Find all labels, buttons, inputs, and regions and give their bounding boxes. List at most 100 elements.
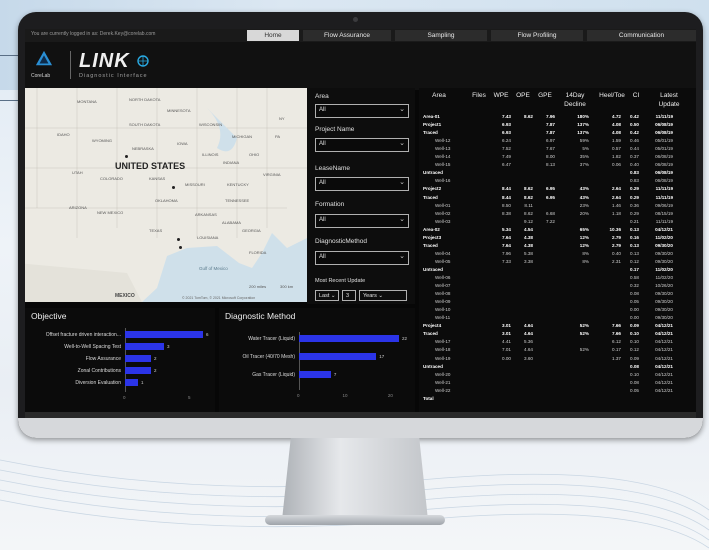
table-header[interactable]: 14Day Decline <box>559 91 591 109</box>
objective-bar[interactable] <box>125 343 164 350</box>
recent-unit-select[interactable]: Years ⌄ <box>359 290 407 301</box>
table-row[interactable]: Well-19 0.00 3.60 1.37 0.09 04/12/21 <box>419 356 696 362</box>
table-row[interactable]: Project1 6.93 7.87 137% 4.08 0.50 06/08/19 <box>419 122 696 128</box>
table-header[interactable]: OPE <box>513 91 533 100</box>
well-marker[interactable] <box>172 186 175 189</box>
table-cell-ht: 4.08 <box>612 122 621 128</box>
table-row[interactable]: Traced 8.44 8.62 6.95 43% 2.64 0.29 11/11/19 <box>419 195 696 201</box>
table-row[interactable]: Well-10 0.00 09/30/20 <box>419 307 696 313</box>
table-cell-ht: 0.17 <box>612 347 621 353</box>
table-cell-wpe: 6.24 <box>502 138 511 144</box>
filter-area-dropdown[interactable]: All ⌄ <box>315 104 409 118</box>
table-row[interactable]: Traced 6.93 7.87 137% 4.08 0.42 06/08/19 <box>419 130 696 136</box>
table-cell-dec: 8% <box>582 250 589 256</box>
table-row[interactable]: Traced 7.64 4.38 12% 2.79 0.13 09/30/20 <box>419 243 696 249</box>
table-row[interactable]: Project4 3.01 4.64 52% 7.66 0.09 04/12/21 <box>419 323 696 329</box>
table-row[interactable]: Well-09 0.05 09/30/20 <box>419 299 696 305</box>
table-row[interactable]: Well-22 0.05 04/12/21 <box>419 388 696 394</box>
table-cell-upd: 04/12/21 <box>655 387 673 393</box>
table-header[interactable]: Files <box>469 91 489 100</box>
table-header[interactable]: Area <box>425 91 453 100</box>
table-cell-area: Well-08 <box>435 291 451 297</box>
tab-sampling[interactable]: Sampling <box>395 30 487 41</box>
objective-bar[interactable] <box>125 379 138 386</box>
table-row[interactable]: Area-02 5.34 4.54 65% 10.36 0.13 04/12/21 <box>419 227 696 233</box>
table-header[interactable]: CI <box>629 91 643 100</box>
table-row[interactable]: Well-07 0.32 10/26/20 <box>419 283 696 289</box>
objective-bar[interactable] <box>125 367 151 374</box>
table-header[interactable]: Heel/Toe <box>595 91 629 100</box>
table-row[interactable]: Well-15 6.47 8.13 37% 0.06 0.40 06/08/19 <box>419 162 696 168</box>
table-row[interactable]: Well-03 9.12 7.22 0.21 11/11/19 <box>419 219 696 225</box>
table-row[interactable]: Well-11 0.00 09/30/20 <box>419 315 696 321</box>
table-row[interactable]: Well-16 0.83 06/08/19 <box>419 178 696 184</box>
objective-bar-label: Well-to-Well Spacing Test <box>64 344 121 350</box>
table-row[interactable]: Well-18 7.01 4.64 52% 0.17 0.12 04/12/21 <box>419 347 696 353</box>
tab-communication[interactable]: Communication <box>587 30 696 41</box>
table-cell-ht: 7.66 <box>612 331 621 337</box>
well-marker[interactable] <box>177 238 180 241</box>
tab-flow-assurance[interactable]: Flow Assurance <box>303 30 391 41</box>
diagnostic-bar[interactable] <box>299 335 399 342</box>
well-marker[interactable] <box>179 246 182 249</box>
table-cell-ci: 0.17 <box>630 266 639 272</box>
recent-count-input[interactable]: 3 <box>342 290 356 301</box>
table-cell-ci: 0.00 <box>630 315 639 321</box>
table-row[interactable]: Well-08 0.08 09/30/20 <box>419 291 696 297</box>
table-row[interactable]: Well-02 8.38 8.62 6.68 20% 1.18 0.29 08/15/19 <box>419 211 696 217</box>
table-row[interactable]: Well-01 8.50 8.11 23% 1.46 0.36 09/06/19 <box>419 203 696 209</box>
table-cell-upd: 09/30/20 <box>655 258 673 264</box>
map-state-label: NEBRASKA <box>132 146 154 151</box>
table-header[interactable]: WPE <box>491 91 511 100</box>
tab-home[interactable]: Home <box>247 30 299 41</box>
table-cell-ci: 0.36 <box>630 202 639 208</box>
table-cell-dec: 65% <box>579 226 589 232</box>
table-row[interactable]: Well-14 7.49 8.00 35% 1.82 0.37 06/08/19 <box>419 154 696 160</box>
well-location-map[interactable]: MONTANA NORTH DAKOTA MINNESOTA SOUTH DAK… <box>25 88 307 302</box>
map-state-label: MICHIGAN <box>232 134 252 139</box>
table-header[interactable]: Latest Update <box>651 91 687 109</box>
diagnostic-tick-label: 20 <box>387 393 393 398</box>
table-cell-ope: 8.62 <box>524 210 533 216</box>
objective-bar[interactable] <box>125 331 203 338</box>
table-row[interactable]: Well-20 0.10 04/12/21 <box>419 372 696 378</box>
table-cell-wpe: 6.93 <box>502 130 511 136</box>
table-row[interactable]: Untraced 0.17 11/02/20 <box>419 267 696 273</box>
table-row[interactable]: Project3 7.64 4.38 12% 2.79 0.16 11/02/20 <box>419 235 696 241</box>
filter-lease-dropdown[interactable]: All ⌄ <box>315 177 409 191</box>
well-marker[interactable] <box>125 155 128 158</box>
table-row[interactable]: Area-01 7.43 8.62 7.96 180% 4.72 0.42 11/11/19 <box>419 114 696 120</box>
table-row[interactable]: Traced 3.01 4.64 52% 7.66 0.10 04/12/21 <box>419 331 696 337</box>
product-subtitle: Diagnostic Interface <box>79 73 148 79</box>
filter-formation-dropdown[interactable]: All ⌄ <box>315 214 409 228</box>
filter-project-dropdown[interactable]: All ⌄ <box>315 138 409 152</box>
diagnostic-bar[interactable] <box>299 353 377 360</box>
table-row[interactable]: Well-13 7.52 7.67 5% 0.57 0.44 05/01/19 <box>419 146 696 152</box>
table-row[interactable]: Project2 8.44 8.62 6.95 43% 2.64 0.29 11/11/19 <box>419 186 696 192</box>
table-row[interactable]: Well-06 0.58 11/02/20 <box>419 275 696 281</box>
diagnostic-title: Diagnostic Method <box>225 311 296 321</box>
diagnostic-bar[interactable] <box>299 371 331 378</box>
tab-flow-profiling[interactable]: Flow Profiling <box>491 30 583 41</box>
table-header[interactable]: GPE <box>535 91 555 100</box>
table-row[interactable]: Well-04 7.96 5.38 8% 0.40 0.13 09/30/20 <box>419 251 696 257</box>
table-row[interactable]: Well-12 6.24 6.97 59% 1.59 0.46 05/01/19 <box>419 138 696 144</box>
objective-bar[interactable] <box>125 355 151 362</box>
table-row[interactable]: Well-21 0.08 04/12/21 <box>419 380 696 386</box>
objective-bar-label: Diversion Evaluation <box>75 380 121 386</box>
recent-mode-value: Last <box>319 293 330 299</box>
table-cell-gpe: 6.68 <box>546 210 555 216</box>
table-row[interactable]: Untraced 0.08 04/12/21 <box>419 364 696 370</box>
table-cell-wpe: 7.96 <box>502 250 511 256</box>
table-cell-ht: 4.72 <box>612 114 621 119</box>
table-row[interactable]: Untraced 0.83 06/08/19 <box>419 170 696 176</box>
table-row[interactable]: Total <box>419 396 696 402</box>
table-cell-ht: 2.64 <box>612 186 621 192</box>
table-cell-upd: 04/12/21 <box>655 355 673 361</box>
table-cell-ope: 4.38 <box>524 242 533 248</box>
table-row[interactable]: Well-05 7.33 3.38 8% 2.31 0.12 09/30/20 <box>419 259 696 265</box>
table-cell-ope: 4.64 <box>524 331 533 337</box>
recent-mode-select[interactable]: Last ⌄ <box>315 290 339 301</box>
table-row[interactable]: Well-17 4.41 5.36 6.12 0.10 04/12/21 <box>419 339 696 345</box>
filter-method-dropdown[interactable]: All ⌄ <box>315 251 409 265</box>
